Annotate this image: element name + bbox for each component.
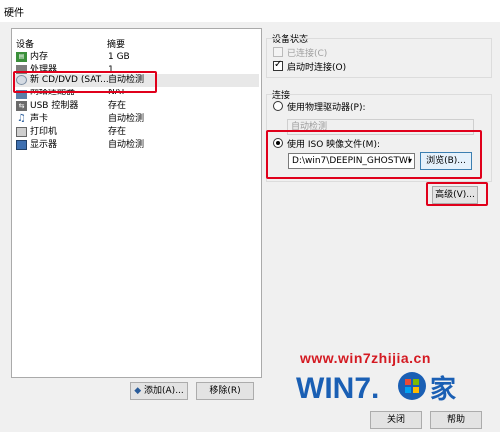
connected-checkbox[interactable] (273, 47, 283, 57)
memory-icon: ▤ (16, 52, 27, 62)
column-header-device[interactable]: 设备 (16, 37, 34, 50)
device-name: 内存 (30, 52, 49, 62)
advanced-highlight-box (426, 182, 488, 206)
svg-text:WIN7.: WIN7. (296, 372, 379, 405)
device-summary: 1 GB (108, 52, 130, 62)
connected-label: 已连接(C) (287, 49, 328, 59)
list-item-printer[interactable]: 打印机 存在 (14, 126, 259, 139)
list-item-sound[interactable]: ♫ 声卡 自动检测 (14, 113, 259, 126)
sound-icon: ♫ (17, 113, 26, 124)
svg-text:家: 家 (430, 374, 456, 405)
display-icon (16, 140, 27, 150)
device-summary: 自动检测 (108, 114, 145, 124)
window-title: 硬件 (4, 8, 24, 19)
physical-drive-radio[interactable] (273, 101, 283, 111)
physical-drive-label: 使用物理驱动器(P): (287, 103, 366, 113)
close-button[interactable]: 关闭 (370, 411, 422, 429)
remove-button[interactable]: 移除(R) (196, 382, 254, 400)
bottom-bar (0, 408, 500, 432)
device-name: 打印机 (30, 127, 58, 137)
device-summary: 存在 (108, 101, 127, 111)
connect-on-start-checkbox[interactable]: ✓ (273, 59, 283, 71)
column-header-summary[interactable]: 摘要 (107, 37, 125, 50)
checkmark-icon: ✓ (274, 59, 283, 70)
connect-on-start-label: 启动时连接(O) (287, 63, 347, 73)
iso-highlight-box (266, 130, 482, 179)
device-name: USB 控制器 (30, 101, 79, 111)
list-item-memory[interactable]: ▤ 内存 1 GB (14, 51, 259, 64)
title-bar: 硬件 (0, 0, 500, 22)
watermark-url: www.win7zhijia.cn (300, 350, 431, 366)
watermark-logo: WIN7. 家 (294, 368, 472, 406)
add-button-label: 添加(A)... (144, 386, 184, 396)
add-button[interactable]: ◆ 添加(A)... (130, 382, 188, 400)
device-name: 声卡 (30, 114, 49, 124)
printer-icon (16, 127, 27, 137)
device-summary: 存在 (108, 127, 127, 137)
device-name: 显示器 (30, 140, 58, 150)
help-button[interactable]: 帮助 (430, 411, 482, 429)
shield-icon: ◆ (134, 386, 142, 396)
list-item-display[interactable]: 显示器 自动检测 (14, 139, 259, 152)
usb-icon: ⇆ (16, 101, 27, 111)
cdrom-highlight-box (13, 71, 157, 93)
list-item-usb[interactable]: ⇆ USB 控制器 存在 (14, 100, 259, 113)
device-summary: 自动检测 (108, 140, 145, 150)
